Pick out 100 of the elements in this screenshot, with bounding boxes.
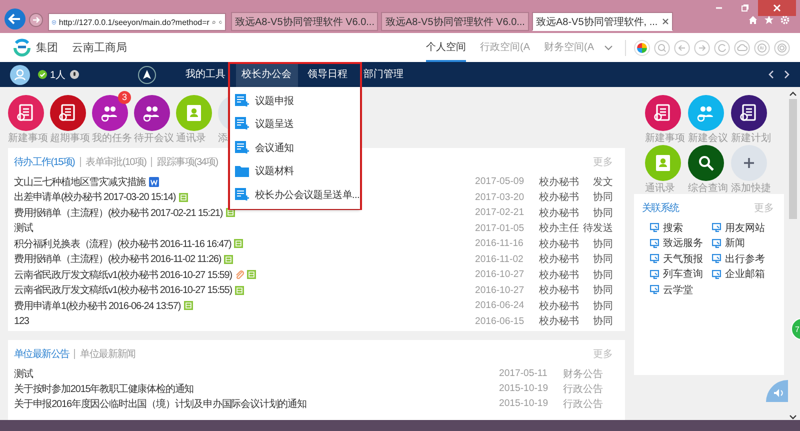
nav-item[interactable]: 部门管理 bbox=[358, 62, 410, 87]
form-edit-icon bbox=[235, 188, 249, 202]
avatar-icon bbox=[10, 64, 30, 84]
browser-tab[interactable]: 致远A8-V5协同管理软件, ... bbox=[532, 12, 673, 31]
date-text: 2017-01-05 bbox=[475, 222, 526, 234]
date-text: 2015-10-19 bbox=[499, 383, 550, 394]
sender-name: 校办秘书 bbox=[539, 300, 580, 313]
type-label: 待发送 bbox=[583, 222, 613, 236]
system-link[interactable]: 云学堂 bbox=[663, 282, 693, 297]
chevron-left-icon bbox=[768, 70, 774, 79]
close-icon bbox=[662, 18, 669, 25]
type-label: 协同 bbox=[592, 300, 613, 313]
system-link[interactable]: 新闻 bbox=[725, 236, 745, 250]
todo-title[interactable]: 云南省民政厅发文稿纸v1(校办秘书 2016-10-27 15:59) bbox=[14, 268, 232, 282]
todo-title[interactable]: 出差申请单(校办秘书 2017-03-20 15:14) bbox=[14, 190, 176, 204]
category-label: 财务公告 bbox=[563, 368, 603, 380]
system-link[interactable]: 搜索 bbox=[663, 220, 683, 235]
form-edit-icon bbox=[235, 140, 249, 155]
minimize-icon bbox=[715, 7, 723, 9]
type-label: 协同 bbox=[592, 206, 613, 220]
todo-title[interactable]: 费用报销单（主流程）(校办秘书 2016-11-02 11:26) bbox=[14, 252, 222, 266]
unit-name: 云南工商局 bbox=[72, 40, 127, 55]
form-edit-icon bbox=[235, 94, 249, 108]
sender-name: 校办秘书 bbox=[539, 238, 580, 251]
todo-title[interactable]: 费用报销单（主流程）(校办秘书 2017-02-21 15:21) bbox=[14, 206, 223, 220]
monitor-icon bbox=[650, 254, 659, 264]
online-count: 1人 bbox=[50, 68, 66, 82]
monitor-icon bbox=[650, 270, 659, 279]
monitor-icon bbox=[712, 238, 721, 248]
todo-title[interactable]: 积分福利兑换表（流程）(校办秘书 2016-11-16 16:47) bbox=[14, 236, 232, 251]
system-link[interactable]: 企业邮箱 bbox=[725, 267, 765, 282]
type-label: 协同 bbox=[592, 238, 613, 251]
sender-name: 校办秘书 bbox=[539, 314, 580, 328]
menu-item[interactable]: 议题材料 bbox=[230, 160, 360, 183]
sender-name: 校办主任 bbox=[539, 222, 580, 236]
nav-item[interactable]: 校长办公会 bbox=[236, 62, 298, 87]
menu-item[interactable]: 校长办公会议题呈送单... bbox=[230, 183, 360, 206]
org-name[interactable]: 集团 bbox=[36, 40, 58, 55]
monitor-icon bbox=[712, 270, 721, 279]
todo-title[interactable]: 测试 bbox=[14, 221, 33, 236]
form-edit-icon bbox=[235, 117, 249, 132]
restore-icon bbox=[741, 4, 749, 12]
scroll-up-icon bbox=[789, 91, 797, 96]
scrollbar-thumb[interactable] bbox=[789, 99, 797, 219]
panel-title: 关联系统 bbox=[642, 202, 679, 214]
nav-item[interactable]: 领导日程 bbox=[302, 62, 354, 87]
todo-title[interactable]: 文山三七种植地区雪灾减灾措施 bbox=[14, 174, 146, 189]
date-text: 2016-06-24 bbox=[475, 300, 526, 312]
todo-title[interactable]: 123 bbox=[14, 316, 29, 327]
menu-item[interactable]: 议题申报 bbox=[230, 89, 360, 112]
type-label: 协同 bbox=[592, 268, 613, 282]
color-wheel-icon bbox=[634, 40, 650, 56]
settings-icon bbox=[780, 15, 790, 25]
monitor-icon bbox=[650, 238, 659, 248]
category-label: 行政公告 bbox=[563, 398, 603, 410]
chevron-down-icon bbox=[604, 44, 613, 50]
system-link[interactable]: 出行参考 bbox=[725, 252, 765, 266]
home-icon bbox=[748, 15, 758, 25]
panel-tab[interactable]: 待办工作(15项) bbox=[14, 154, 75, 168]
online-check-icon bbox=[38, 70, 47, 79]
sender-name: 校办秘书 bbox=[539, 206, 580, 220]
date-text: 2017-05-09 bbox=[475, 176, 526, 188]
sender-name: 校办秘书 bbox=[539, 284, 580, 298]
sender-name: 校办秘书 bbox=[539, 176, 580, 189]
sender-name: 校办秘书 bbox=[539, 252, 580, 266]
system-link[interactable]: 用友网站 bbox=[725, 220, 765, 235]
star-icon bbox=[764, 15, 774, 25]
type-label: 发文 bbox=[592, 176, 613, 189]
type-label: 协同 bbox=[592, 314, 613, 328]
monitor-icon bbox=[650, 223, 659, 232]
browser-tab[interactable]: 致远A8-V5协同管理软件 V6.0... bbox=[231, 12, 378, 31]
date-text: 2017-05-11 bbox=[499, 368, 548, 379]
menu-item[interactable]: 会议通知 bbox=[230, 136, 360, 160]
notice-title[interactable]: 测试 bbox=[14, 366, 33, 380]
logo-icon bbox=[12, 38, 32, 58]
date-text: 2016-10-27 bbox=[475, 269, 526, 280]
back-icon bbox=[674, 40, 690, 56]
system-link[interactable]: 致远服务 bbox=[663, 236, 703, 250]
browser-tab[interactable]: 致远A8-V5协同管理软件 V6.0... bbox=[381, 12, 529, 31]
nav-item[interactable]: 我的工具 bbox=[180, 62, 232, 87]
type-label: 协同 bbox=[592, 252, 613, 266]
type-label: 协同 bbox=[592, 284, 613, 298]
sender-name: 校办秘书 bbox=[539, 268, 580, 282]
menu-item[interactable]: 议题呈送 bbox=[230, 112, 360, 136]
cloud-icon bbox=[734, 40, 750, 56]
close-button[interactable] bbox=[758, 0, 796, 16]
panel-tab[interactable]: 单位最新公告 bbox=[14, 346, 70, 360]
date-text: 2016-10-27 bbox=[475, 284, 526, 296]
speaker-icon bbox=[766, 380, 788, 402]
date-text: 2017-02-21 bbox=[475, 207, 526, 218]
system-link[interactable]: 天气预报 bbox=[663, 252, 703, 266]
todo-title[interactable]: 云南省民政厅发文稿纸v1(校办秘书 2016-10-27 15:55) bbox=[14, 283, 232, 298]
notice-title[interactable]: 关于申报2016年度因公临时出国（境）计划及申办国际会议计划的通知 bbox=[14, 396, 306, 410]
monitor-icon bbox=[712, 254, 721, 264]
date-text: 2016-06-15 bbox=[475, 316, 526, 327]
type-label: 协同 bbox=[592, 190, 613, 204]
notice-title[interactable]: 关于按时参加2015年教职工健康体检的通知 bbox=[14, 382, 194, 396]
system-link[interactable]: 列车查询 bbox=[663, 267, 703, 282]
todo-title[interactable]: 费用申请单1(校办秘书 2016-06-24 13:57) bbox=[14, 298, 181, 313]
address-field[interactable]: http://127.0.0.1/seeyon/main.do?method=r bbox=[48, 13, 226, 31]
